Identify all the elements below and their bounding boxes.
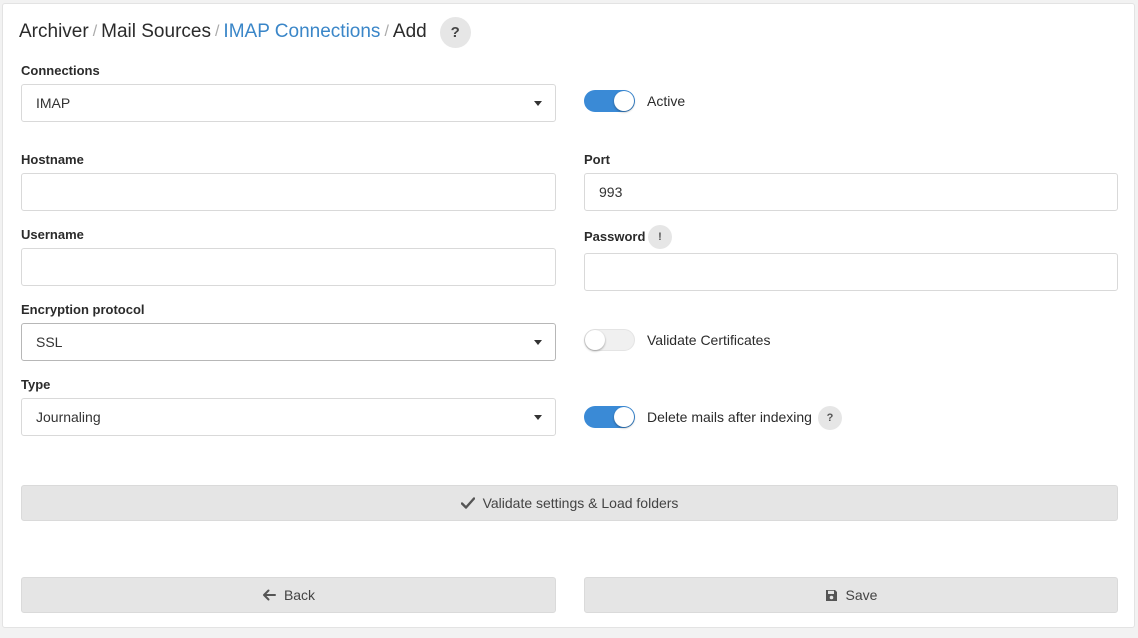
delete-mails-label: Delete mails after indexing [647, 409, 812, 425]
toggle-knob [585, 330, 605, 350]
connections-label: Connections [21, 63, 100, 78]
save-button[interactable]: Save [584, 577, 1118, 613]
type-select[interactable]: Journaling [21, 398, 556, 436]
arrow-left-icon [262, 589, 276, 601]
chevron-down-icon [534, 415, 542, 420]
port-input[interactable]: 993 [584, 173, 1118, 211]
back-button[interactable]: Back [21, 577, 556, 613]
username-label: Username [21, 227, 84, 242]
breadcrumb-mail-sources[interactable]: Mail Sources [101, 21, 211, 43]
save-label: Save [845, 587, 878, 603]
connections-value: IMAP [36, 95, 71, 111]
type-label: Type [21, 377, 51, 392]
port-label: Port [584, 152, 610, 167]
floppy-disk-icon [825, 589, 838, 602]
type-value: Journaling [36, 409, 101, 425]
encryption-value: SSL [36, 334, 63, 350]
breadcrumb-add: Add [392, 21, 427, 42]
active-label: Active [647, 93, 686, 109]
breadcrumb-separator: / [92, 23, 98, 40]
connections-select[interactable]: IMAP [21, 84, 556, 122]
chevron-down-icon [534, 340, 542, 345]
encryption-select[interactable]: SSL [21, 323, 556, 361]
hostname-input[interactable] [21, 173, 556, 211]
help-icon[interactable]: ? [439, 16, 471, 48]
validate-certificates-label: Validate Certificates [647, 332, 771, 348]
username-input[interactable] [21, 248, 556, 286]
toggle-knob [614, 407, 634, 427]
validate-certificates-toggle[interactable] [584, 329, 635, 351]
breadcrumb-imap-connections[interactable]: IMAP Connections [223, 21, 380, 43]
encryption-label: Encryption protocol [21, 302, 145, 317]
password-label: Password [584, 229, 646, 244]
delete-mails-help-icon[interactable]: ? [818, 406, 842, 430]
breadcrumb-archiver[interactable]: Archiver [19, 21, 89, 43]
chevron-down-icon [534, 101, 542, 106]
back-label: Back [283, 587, 316, 603]
port-value: 993 [599, 184, 623, 200]
breadcrumb-separator: / [384, 23, 389, 40]
password-input[interactable] [584, 253, 1118, 291]
delete-mails-toggle[interactable] [584, 406, 635, 428]
breadcrumb-separator: / [214, 23, 220, 40]
toggle-knob [614, 91, 634, 111]
hostname-label: Hostname [21, 152, 84, 167]
breadcrumb: Archiver / Mail Sources / IMAP Connectio… [19, 16, 471, 48]
validate-settings-button[interactable]: Validate settings & Load folders [21, 485, 1118, 521]
validate-settings-label: Validate settings & Load folders [482, 495, 679, 511]
active-toggle[interactable] [584, 90, 635, 112]
password-info-icon[interactable]: ! [648, 225, 672, 249]
check-icon [460, 497, 475, 509]
